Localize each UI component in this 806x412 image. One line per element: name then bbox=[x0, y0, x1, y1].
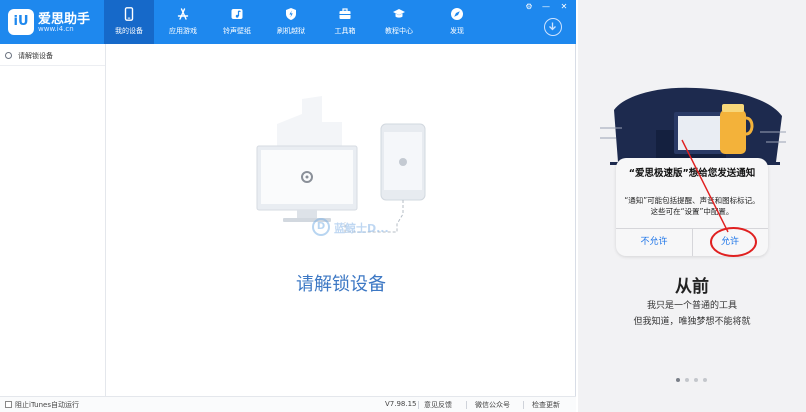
close-icon[interactable]: ✕ bbox=[559, 2, 569, 12]
minimize-icon[interactable]: — bbox=[541, 2, 551, 12]
nav-ringtones-wallpapers[interactable]: 铃声壁纸 bbox=[212, 0, 262, 44]
wechat-link[interactable]: 微信公众号 bbox=[475, 400, 510, 410]
flash-icon bbox=[286, 8, 296, 20]
loading-spinner-icon bbox=[5, 52, 12, 59]
nav-tutorials[interactable]: 教程中心 bbox=[374, 0, 424, 44]
download-arrow-icon bbox=[549, 22, 556, 31]
onboarding-line: 我只是一个普通的工具 bbox=[646, 301, 737, 311]
nav-discover[interactable]: 发现 bbox=[432, 0, 482, 44]
divider bbox=[523, 401, 524, 409]
graduation-cap-icon bbox=[393, 9, 405, 18]
ringtone-icon bbox=[231, 9, 243, 19]
device-sidebar: 请解锁设备 bbox=[0, 44, 106, 396]
nav-flash-jailbreak[interactable]: 刷机越狱 bbox=[266, 0, 316, 44]
screen: iU 爱思助手 www.i4.cn 我的设备 应用游戏 铃声壁纸 刷机越狱 工具… bbox=[0, 0, 806, 412]
nav-label: 发现 bbox=[450, 27, 464, 35]
i4-app-window: iU 爱思助手 www.i4.cn 我的设备 应用游戏 铃声壁纸 刷机越狱 工具… bbox=[0, 0, 576, 412]
check-update-link[interactable]: 检查更新 bbox=[532, 400, 560, 410]
nav-toolbox[interactable]: 工具箱 bbox=[320, 0, 370, 44]
divider bbox=[466, 401, 467, 409]
watermark-text: 蓝鲸士D... bbox=[334, 222, 389, 235]
settings-icon[interactable]: ⚙ bbox=[524, 2, 534, 12]
onboarding-heading: 从前 bbox=[675, 277, 709, 297]
nav-label: 刷机越狱 bbox=[277, 27, 305, 35]
nav-apps-games[interactable]: 应用游戏 bbox=[158, 0, 208, 44]
top-toolbar: iU 爱思助手 www.i4.cn 我的设备 应用游戏 铃声壁纸 刷机越狱 工具… bbox=[0, 0, 576, 44]
divider bbox=[418, 401, 419, 409]
dialog-message: “通知”可能包括提醒、声音和图标标记。这些可在“设置”中配置。 bbox=[624, 196, 760, 216]
page-indicator bbox=[676, 378, 708, 384]
deny-button[interactable]: 不允许 bbox=[616, 228, 692, 256]
page-dot bbox=[694, 378, 698, 382]
sidebar-item-label: 请解锁设备 bbox=[18, 52, 53, 60]
logo-url: www.i4.cn bbox=[38, 25, 74, 33]
nav-label: 教程中心 bbox=[385, 27, 413, 35]
watermark: D 蓝鲸士D... bbox=[312, 212, 389, 242]
app-logo: iU 爱思助手 www.i4.cn bbox=[8, 7, 103, 37]
page-dot bbox=[703, 378, 707, 382]
watermark-mark: D bbox=[312, 218, 330, 236]
nav-label: 应用游戏 bbox=[169, 27, 197, 35]
app-store-icon bbox=[177, 8, 189, 20]
onboarding-line: 但我知道，唯独梦想不能将就 bbox=[633, 317, 751, 327]
nav-label: 工具箱 bbox=[334, 27, 356, 35]
logo-mark: iU bbox=[8, 9, 34, 35]
dialog-title: “爱思极速版”想给您发送通知 bbox=[628, 168, 756, 179]
main-panel: D 蓝鲸士D... 请解锁设备 bbox=[107, 44, 575, 396]
page-dot bbox=[676, 378, 680, 382]
feedback-link[interactable]: 意见反馈 bbox=[424, 400, 452, 410]
itunes-autorun-checkbox[interactable] bbox=[5, 401, 12, 408]
phone-screen: “爱思极速版”想给您发送通知 “通知”可能包括提醒、声音和图标标记。这些可在“设… bbox=[578, 0, 806, 412]
unlock-device-title: 请解锁设备 bbox=[296, 274, 386, 295]
nav-my-device[interactable]: 我的设备 bbox=[104, 0, 154, 44]
phone-icon bbox=[124, 7, 134, 21]
version-label: V7.98.15 bbox=[385, 400, 417, 408]
page-dot bbox=[685, 378, 689, 382]
status-bar: 阻止iTunes自动运行 V7.98.15 意见反馈 微信公众号 检查更新 bbox=[0, 396, 576, 412]
download-button[interactable] bbox=[544, 18, 562, 36]
window-controls: ⚙ — ✕ bbox=[524, 2, 572, 12]
annotation-circle bbox=[710, 227, 757, 257]
sidebar-item-device[interactable]: 请解锁设备 bbox=[0, 48, 105, 66]
toolbox-icon bbox=[339, 8, 351, 19]
nav-label: 铃声壁纸 bbox=[223, 27, 251, 35]
itunes-autorun-label[interactable]: 阻止iTunes自动运行 bbox=[15, 400, 79, 410]
nav-label: 我的设备 bbox=[115, 27, 143, 35]
compass-icon bbox=[451, 8, 463, 20]
